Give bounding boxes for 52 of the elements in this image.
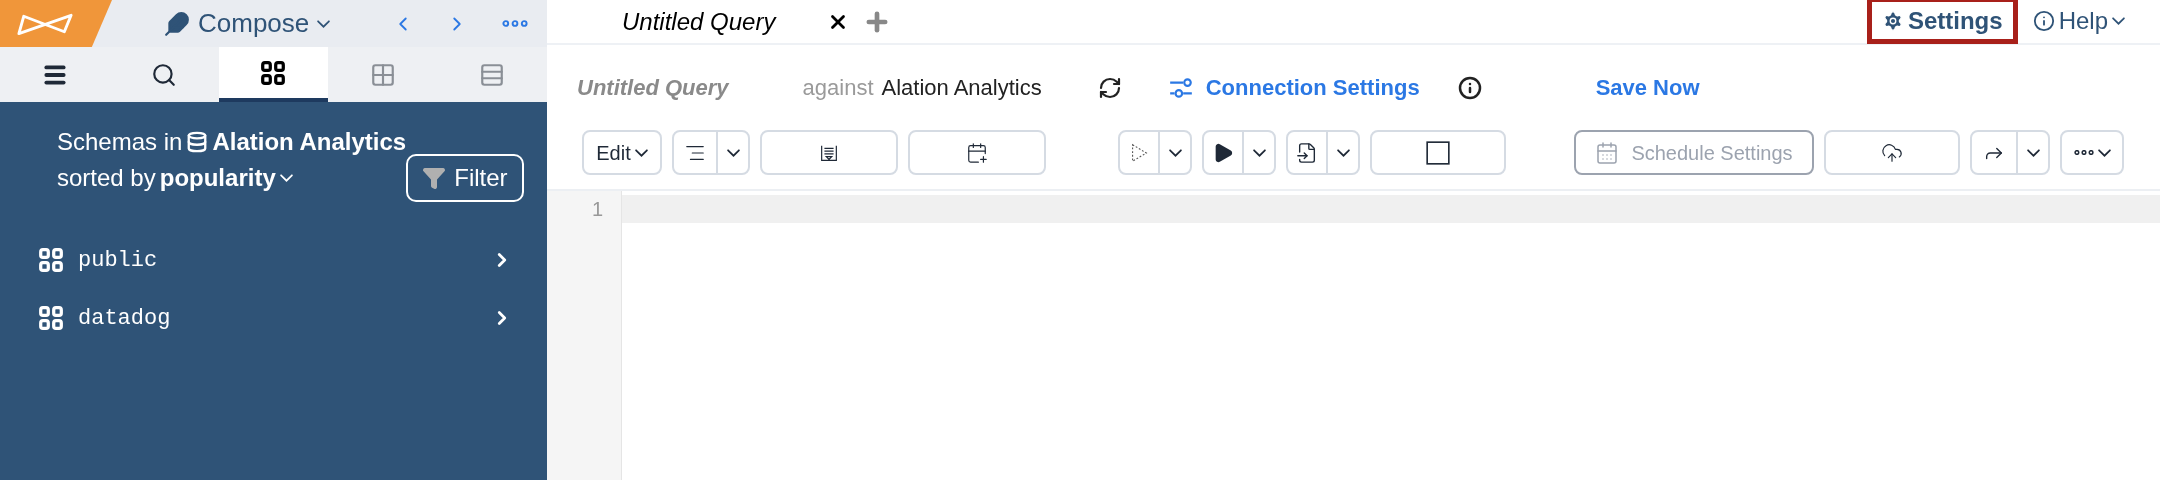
column-icon [479, 61, 506, 88]
sidebar-tab[interactable] [218, 47, 329, 102]
query-title: Untitled Query [577, 74, 729, 102]
search-icon [151, 61, 178, 88]
caret-icon [2112, 16, 2125, 25]
file-import-icon [1296, 141, 1318, 164]
grid-icon [260, 59, 287, 86]
caret-icon [726, 148, 740, 157]
caret-icon [279, 174, 293, 182]
heading-text: Schemas in [57, 127, 183, 157]
filter-button[interactable]: Filter [406, 154, 524, 202]
square-icon [1425, 139, 1451, 166]
caret-icon [2026, 148, 2040, 157]
schema-icon [38, 305, 64, 331]
caret-icon [634, 148, 648, 157]
calendar-plus-icon [966, 141, 988, 164]
caret-icon [1168, 148, 1182, 157]
info-icon [2032, 9, 2055, 32]
info-icon[interactable] [1457, 75, 1482, 100]
compose-menu[interactable]: Compose [164, 4, 331, 43]
database-icon [186, 131, 209, 153]
sort-dropdown[interactable]: popularity [159, 160, 293, 196]
against-label: against [802, 74, 874, 102]
split-button[interactable] [1286, 130, 1360, 175]
more-icon [2073, 150, 2094, 155]
caret-icon [2097, 148, 2111, 157]
caret-icon [317, 19, 331, 28]
schema-item[interactable]: public [0, 240, 547, 280]
connection-settings-link[interactable]: Connection Settings [1167, 71, 1420, 104]
more-icon[interactable] [502, 20, 529, 27]
schema-item[interactable]: datadog [0, 298, 547, 338]
datasource-name: Alation Analytics [212, 127, 407, 157]
calendar-icon [1595, 140, 1620, 165]
line-number: 1 [591, 197, 603, 222]
more-dropdown[interactable] [2060, 130, 2124, 175]
caret-icon [1252, 148, 1266, 157]
toolbar-button[interactable] [908, 130, 1046, 175]
caret-icon [1336, 148, 1350, 157]
sort-label: sorted by [57, 163, 156, 193]
settings-link[interactable]: Settings [1866, 0, 2018, 44]
datasource-name: Alation Analytics [881, 74, 1042, 102]
cloud-upload-icon [1881, 141, 1903, 164]
schema-icon [38, 247, 64, 273]
help-menu[interactable]: Help [2017, 0, 2140, 44]
refresh-icon[interactable] [1097, 75, 1122, 100]
edit-dropdown[interactable]: Edit [582, 130, 662, 175]
query-tab[interactable]: Untitled Query [622, 3, 850, 40]
toolbar-button[interactable] [1370, 130, 1506, 175]
table-icon [369, 61, 396, 88]
split-button[interactable] [1202, 130, 1276, 175]
filter-icon [422, 166, 447, 190]
save-now-link[interactable]: Save Now [1595, 71, 1700, 104]
